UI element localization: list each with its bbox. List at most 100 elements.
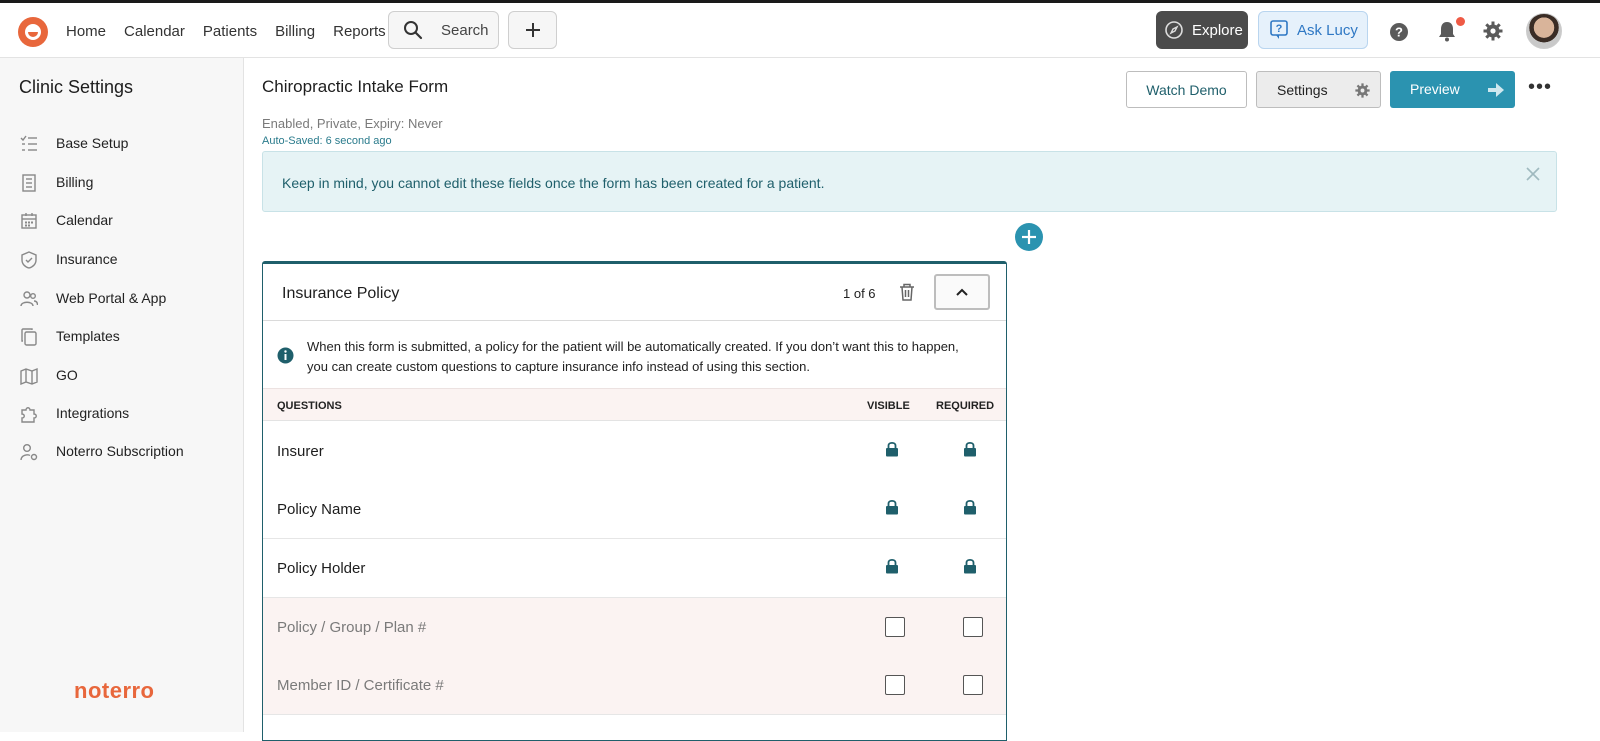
section-info: When this form is submitted, a policy fo… [263,322,1006,388]
sidebar-item-billing[interactable]: Billing [0,163,243,201]
sidebar-item-label: Insurance [56,251,118,267]
sidebar-item-integrations[interactable]: Integrations [0,394,243,432]
brand-logo: noterro [74,678,155,703]
add-button[interactable] [508,11,557,49]
close-icon[interactable] [1525,166,1541,182]
sidebar-item-web-portal[interactable]: Web Portal & App [0,279,243,317]
gear-icon[interactable] [1483,21,1503,41]
nav-reports[interactable]: Reports [333,23,386,40]
table-row: Policy Holder [263,539,1006,598]
chat-question-icon: ? [1270,20,1288,39]
notification-badge [1456,17,1465,26]
preview-button[interactable]: Preview [1390,71,1515,108]
collapse-button[interactable] [934,274,990,310]
info-text: When this form is submitted, a policy fo… [307,339,959,374]
search-label: Search [441,21,489,39]
lock-icon [964,499,976,515]
sidebar-item-label: GO [56,367,78,383]
insurance-policy-section: Insurance Policy 1 of 6 When this form i… [262,261,1007,741]
sidebar-item-label: Base Setup [56,135,129,151]
puzzle-icon [21,407,37,423]
info-banner: Keep in mind, you cannot edit these fiel… [262,151,1557,212]
question-label: Policy / Group / Plan # [277,619,427,636]
question-label: Member ID / Certificate # [277,677,444,694]
questions-table-header: QUESTIONS VISIBLE REQUIRED [263,388,1006,421]
lock-icon [964,441,976,457]
sidebar-item-subscription[interactable]: Noterro Subscription [0,432,243,470]
question-label: Insurer [277,443,324,460]
section-title: Insurance Policy [282,285,400,302]
settings-label: Settings [1277,82,1328,98]
nav-calendar[interactable]: Calendar [124,23,185,40]
plus-icon [525,23,540,37]
arrow-right-icon [1488,83,1504,97]
calendar-icon [21,213,37,229]
lock-icon [886,499,898,515]
main-nav: Home Calendar Patients Billing Reports [66,23,386,40]
visible-checkbox[interactable] [885,617,905,637]
nav-home[interactable]: Home [66,23,106,40]
sidebar-item-insurance[interactable]: Insurance [0,240,243,278]
table-row: Policy Name [263,480,1006,539]
column-questions: QUESTIONS [277,400,342,412]
trash-icon[interactable] [899,283,915,301]
sidebar-item-calendar[interactable]: Calendar [0,201,243,239]
main-content: Chiropractic Intake Form Enabled, Privat… [244,58,1600,741]
sidebar-item-label: Web Portal & App [56,290,167,306]
ask-lucy-label: Ask Lucy [1297,21,1358,39]
explore-button[interactable]: Explore [1156,11,1248,49]
autosave-status: Auto-Saved: 6 second ago [262,135,392,147]
plus-icon [1022,230,1036,244]
banner-text: Keep in mind, you cannot edit these fiel… [282,175,825,191]
map-icon [20,367,38,385]
more-options-icon[interactable]: ••• [1528,77,1552,97]
question-label: Policy Name [277,501,362,518]
sidebar-item-go[interactable]: GO [0,356,243,394]
gear-icon [1355,83,1370,98]
app-logo[interactable] [18,17,48,47]
help-icon[interactable]: ? [1389,22,1409,42]
question-label: Policy Holder [277,560,366,577]
table-row: Insurer [263,422,1006,481]
user-avatar[interactable] [1526,13,1562,49]
user-gear-icon [20,444,38,461]
search-icon [404,21,423,40]
preview-label: Preview [1410,81,1460,97]
sidebar-item-templates[interactable]: Templates [0,317,243,355]
watch-demo-button[interactable]: Watch Demo [1126,71,1247,108]
form-status: Enabled, Private, Expiry: Never [262,116,443,131]
settings-sidebar: Clinic Settings Base Setup Billing Calen… [0,58,244,732]
lock-icon [886,441,898,457]
add-section-button[interactable] [1015,223,1043,251]
info-icon [277,347,294,364]
nav-patients[interactable]: Patients [203,23,257,40]
explore-label: Explore [1192,21,1243,39]
sidebar-item-label: Integrations [56,405,130,421]
settings-button[interactable]: Settings [1256,71,1381,108]
lock-icon [886,558,898,574]
chevron-up-icon [956,288,968,296]
column-visible: VISIBLE [867,400,910,412]
sidebar-item-base-setup[interactable]: Base Setup [0,124,243,162]
visible-checkbox[interactable] [885,675,905,695]
search-button[interactable]: Search [388,11,499,49]
sidebar-item-label: Billing [56,174,94,190]
svg-text:?: ? [1276,23,1283,35]
required-checkbox[interactable] [963,675,983,695]
users-icon [20,291,38,307]
ask-lucy-button[interactable]: ? Ask Lucy [1258,11,1368,49]
sidebar-item-label: Noterro Subscription [56,443,184,459]
list-check-icon [20,135,37,151]
nav-billing[interactable]: Billing [275,23,315,40]
sidebar-item-label: Templates [56,328,120,344]
page-title: Chiropractic Intake Form [262,77,449,96]
sidebar-title: Clinic Settings [19,77,134,97]
required-checkbox[interactable] [963,617,983,637]
receipt-icon [22,174,36,192]
table-row: Policy / Group / Plan # [263,598,1006,657]
bell-icon[interactable] [1437,20,1457,42]
top-navbar: Home Calendar Patients Billing Reports S… [0,3,1600,58]
table-row: Member ID / Certificate # [263,656,1006,715]
section-header: Insurance Policy 1 of 6 [263,264,1006,321]
lock-icon [964,558,976,574]
